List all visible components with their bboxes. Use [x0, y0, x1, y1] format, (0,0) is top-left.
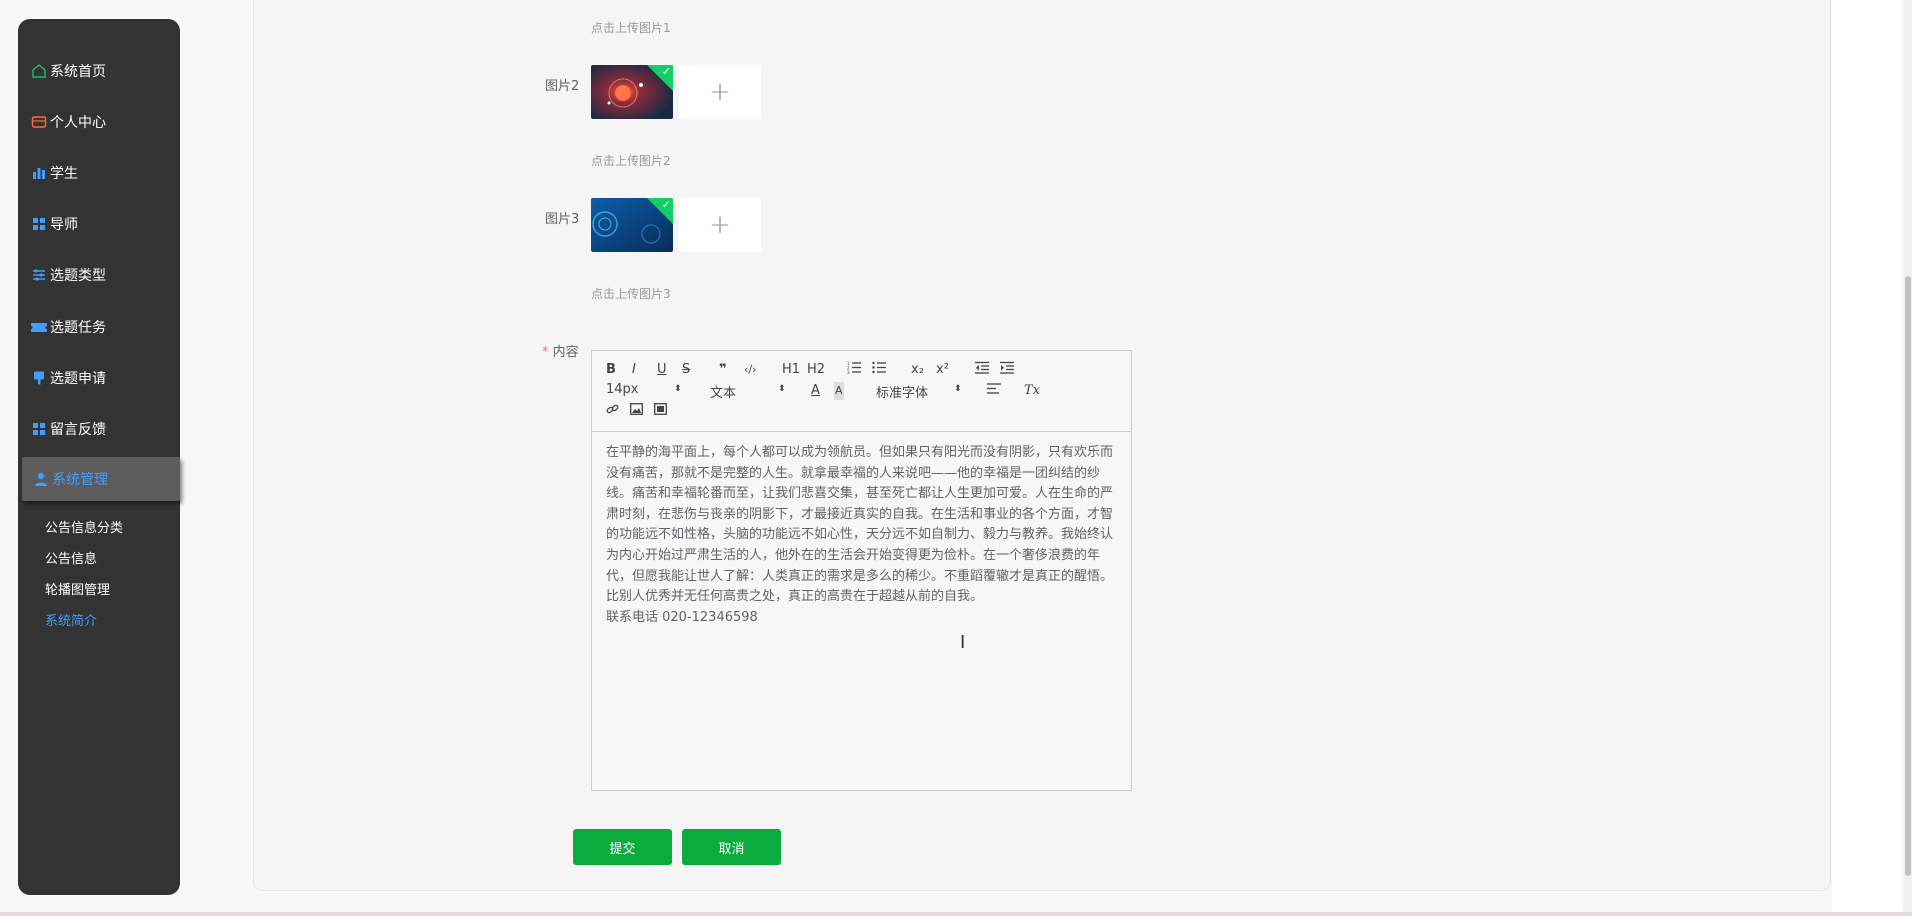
bold-button[interactable]: B [606, 361, 616, 379]
text-color-button[interactable]: A [811, 382, 820, 400]
ordered-list-button[interactable]: 123 [847, 361, 861, 380]
clean-format-button[interactable]: Tx [1024, 382, 1040, 400]
sliders-icon [30, 266, 48, 284]
outdent-button[interactable] [975, 361, 989, 380]
header-select[interactable]: 文本 ⬍ [710, 382, 786, 401]
align-button[interactable] [987, 382, 1001, 401]
bar-chart-icon [30, 164, 48, 182]
italic-button[interactable]: I [632, 361, 636, 379]
required-mark: * [542, 345, 549, 360]
sidebar-item-student[interactable]: 学生 [30, 161, 78, 185]
sidebar-item-label: 系统管理 [52, 472, 108, 488]
sidebar-item-label: 留言反馈 [50, 422, 106, 438]
scrollbar-thumb[interactable] [1905, 276, 1911, 876]
image3-thumbnail[interactable]: ✓ [591, 198, 673, 252]
ticket-icon [30, 318, 48, 336]
rich-text-editor[interactable]: B I U S ❞ ‹/› H1 H2 123 x₂ x² 14px ⬍ 文本 … [591, 350, 1132, 791]
align-left-icon [987, 383, 1001, 394]
code-block-button[interactable]: ‹/› [744, 361, 757, 379]
bullet-list-icon [872, 361, 886, 374]
select-arrow-icon: ⬍ [778, 384, 786, 394]
sidebar-item-topic-task[interactable]: 选题任务 [30, 315, 106, 339]
sidebar-item-label: 选题类型 [50, 268, 106, 284]
link-button[interactable] [606, 403, 619, 422]
link-icon [606, 404, 619, 414]
background-color-button[interactable]: A [834, 382, 844, 400]
upload-hint-1: 点击上传图片1 [591, 21, 671, 35]
video-icon [654, 403, 667, 415]
indent-icon [1000, 361, 1014, 374]
text-cursor-icon: I [960, 632, 966, 653]
image-icon [630, 403, 643, 415]
image3-upload-button[interactable]: + [679, 198, 761, 252]
subscript-button[interactable]: x₂ [911, 361, 924, 379]
plus-icon: + [709, 210, 731, 240]
sidebar-item-feedback[interactable]: 留言反馈 [30, 417, 106, 441]
select-arrow-icon: ⬍ [674, 384, 682, 394]
sidebar-item-topic-apply[interactable]: 选题申请 [30, 366, 106, 390]
sidebar-item-profile[interactable]: 个人中心 [30, 110, 106, 134]
grid-icon [30, 420, 48, 438]
superscript-button[interactable]: x² [936, 361, 949, 379]
plus-icon: + [709, 77, 731, 107]
content-label: * 内容 [542, 345, 579, 360]
video-button[interactable] [654, 403, 667, 421]
sidebar-item-label: 系统首页 [50, 64, 106, 80]
cancel-button[interactable]: 取消 [682, 829, 781, 865]
sidebar-subitem-notice[interactable]: 公告信息 [45, 548, 97, 567]
header1-button[interactable]: H1 [782, 361, 800, 379]
strike-button[interactable]: S [682, 361, 690, 379]
right-margin [1832, 0, 1902, 916]
image2-upload-button[interactable]: + [679, 65, 761, 119]
sidebar-item-label: 导师 [50, 217, 78, 233]
bookmark-icon [30, 369, 48, 387]
sidebar-item-home[interactable]: 系统首页 [30, 59, 106, 83]
upload-hint-3: 点击上传图片3 [591, 287, 671, 301]
image2-label: 图片2 [545, 79, 580, 94]
image3-label: 图片3 [545, 212, 580, 227]
sidebar-item-label: 选题申请 [50, 371, 106, 387]
sidebar-item-label: 学生 [50, 166, 78, 182]
sidebar-item-label: 选题任务 [50, 320, 106, 336]
sidebar-item-tutor[interactable]: 导师 [30, 212, 78, 236]
sidebar-item-topic-type[interactable]: 选题类型 [30, 263, 106, 287]
home-icon [30, 62, 48, 80]
select-arrow-icon: ⬍ [954, 384, 962, 394]
indent-button[interactable] [1000, 361, 1014, 380]
editor-toolbar: B I U S ❞ ‹/› H1 H2 123 x₂ x² 14px ⬍ 文本 … [592, 351, 1131, 432]
sidebar-subitem-notice-category[interactable]: 公告信息分类 [45, 517, 123, 536]
sidebar-item-system-management[interactable]: 系统管理 [22, 457, 180, 501]
outdent-icon [975, 361, 989, 374]
underline-button[interactable]: U [657, 361, 667, 379]
user-icon [32, 470, 50, 488]
editor-paragraph: 在平静的海平面上，每个人都可以成为领航员。但如果只有阳光而没有阴影，只有欢乐而没… [606, 445, 1114, 605]
font-size-select[interactable]: 14px ⬍ [606, 382, 682, 397]
sidebar-subitem-system-intro[interactable]: 系统简介 [45, 610, 97, 629]
blockquote-button[interactable]: ❞ [719, 361, 727, 379]
upload-hint-2: 点击上传图片2 [591, 154, 671, 168]
ordered-list-icon: 123 [847, 361, 861, 375]
image-button[interactable] [630, 403, 643, 421]
sidebar-subitem-carousel[interactable]: 轮播图管理 [45, 579, 110, 598]
editor-content[interactable]: 在平静的海平面上，每个人都可以成为领航员。但如果只有阳光而没有阴影，只有欢乐而没… [606, 443, 1118, 628]
editor-contact-line: 联系电话 020-12346598 [606, 609, 758, 625]
sidebar-item-label: 个人中心 [50, 115, 106, 131]
header2-button[interactable]: H2 [807, 361, 825, 379]
submit-button[interactable]: 提交 [573, 829, 672, 865]
svg-text:3: 3 [847, 370, 850, 374]
card-icon [30, 113, 48, 131]
font-family-select[interactable]: 标准字体 ⬍ [876, 382, 962, 401]
bullet-list-button[interactable] [872, 361, 886, 380]
grid-icon [30, 215, 48, 233]
image2-thumbnail[interactable]: ✓ [591, 65, 673, 119]
bottom-edge [0, 912, 1912, 916]
